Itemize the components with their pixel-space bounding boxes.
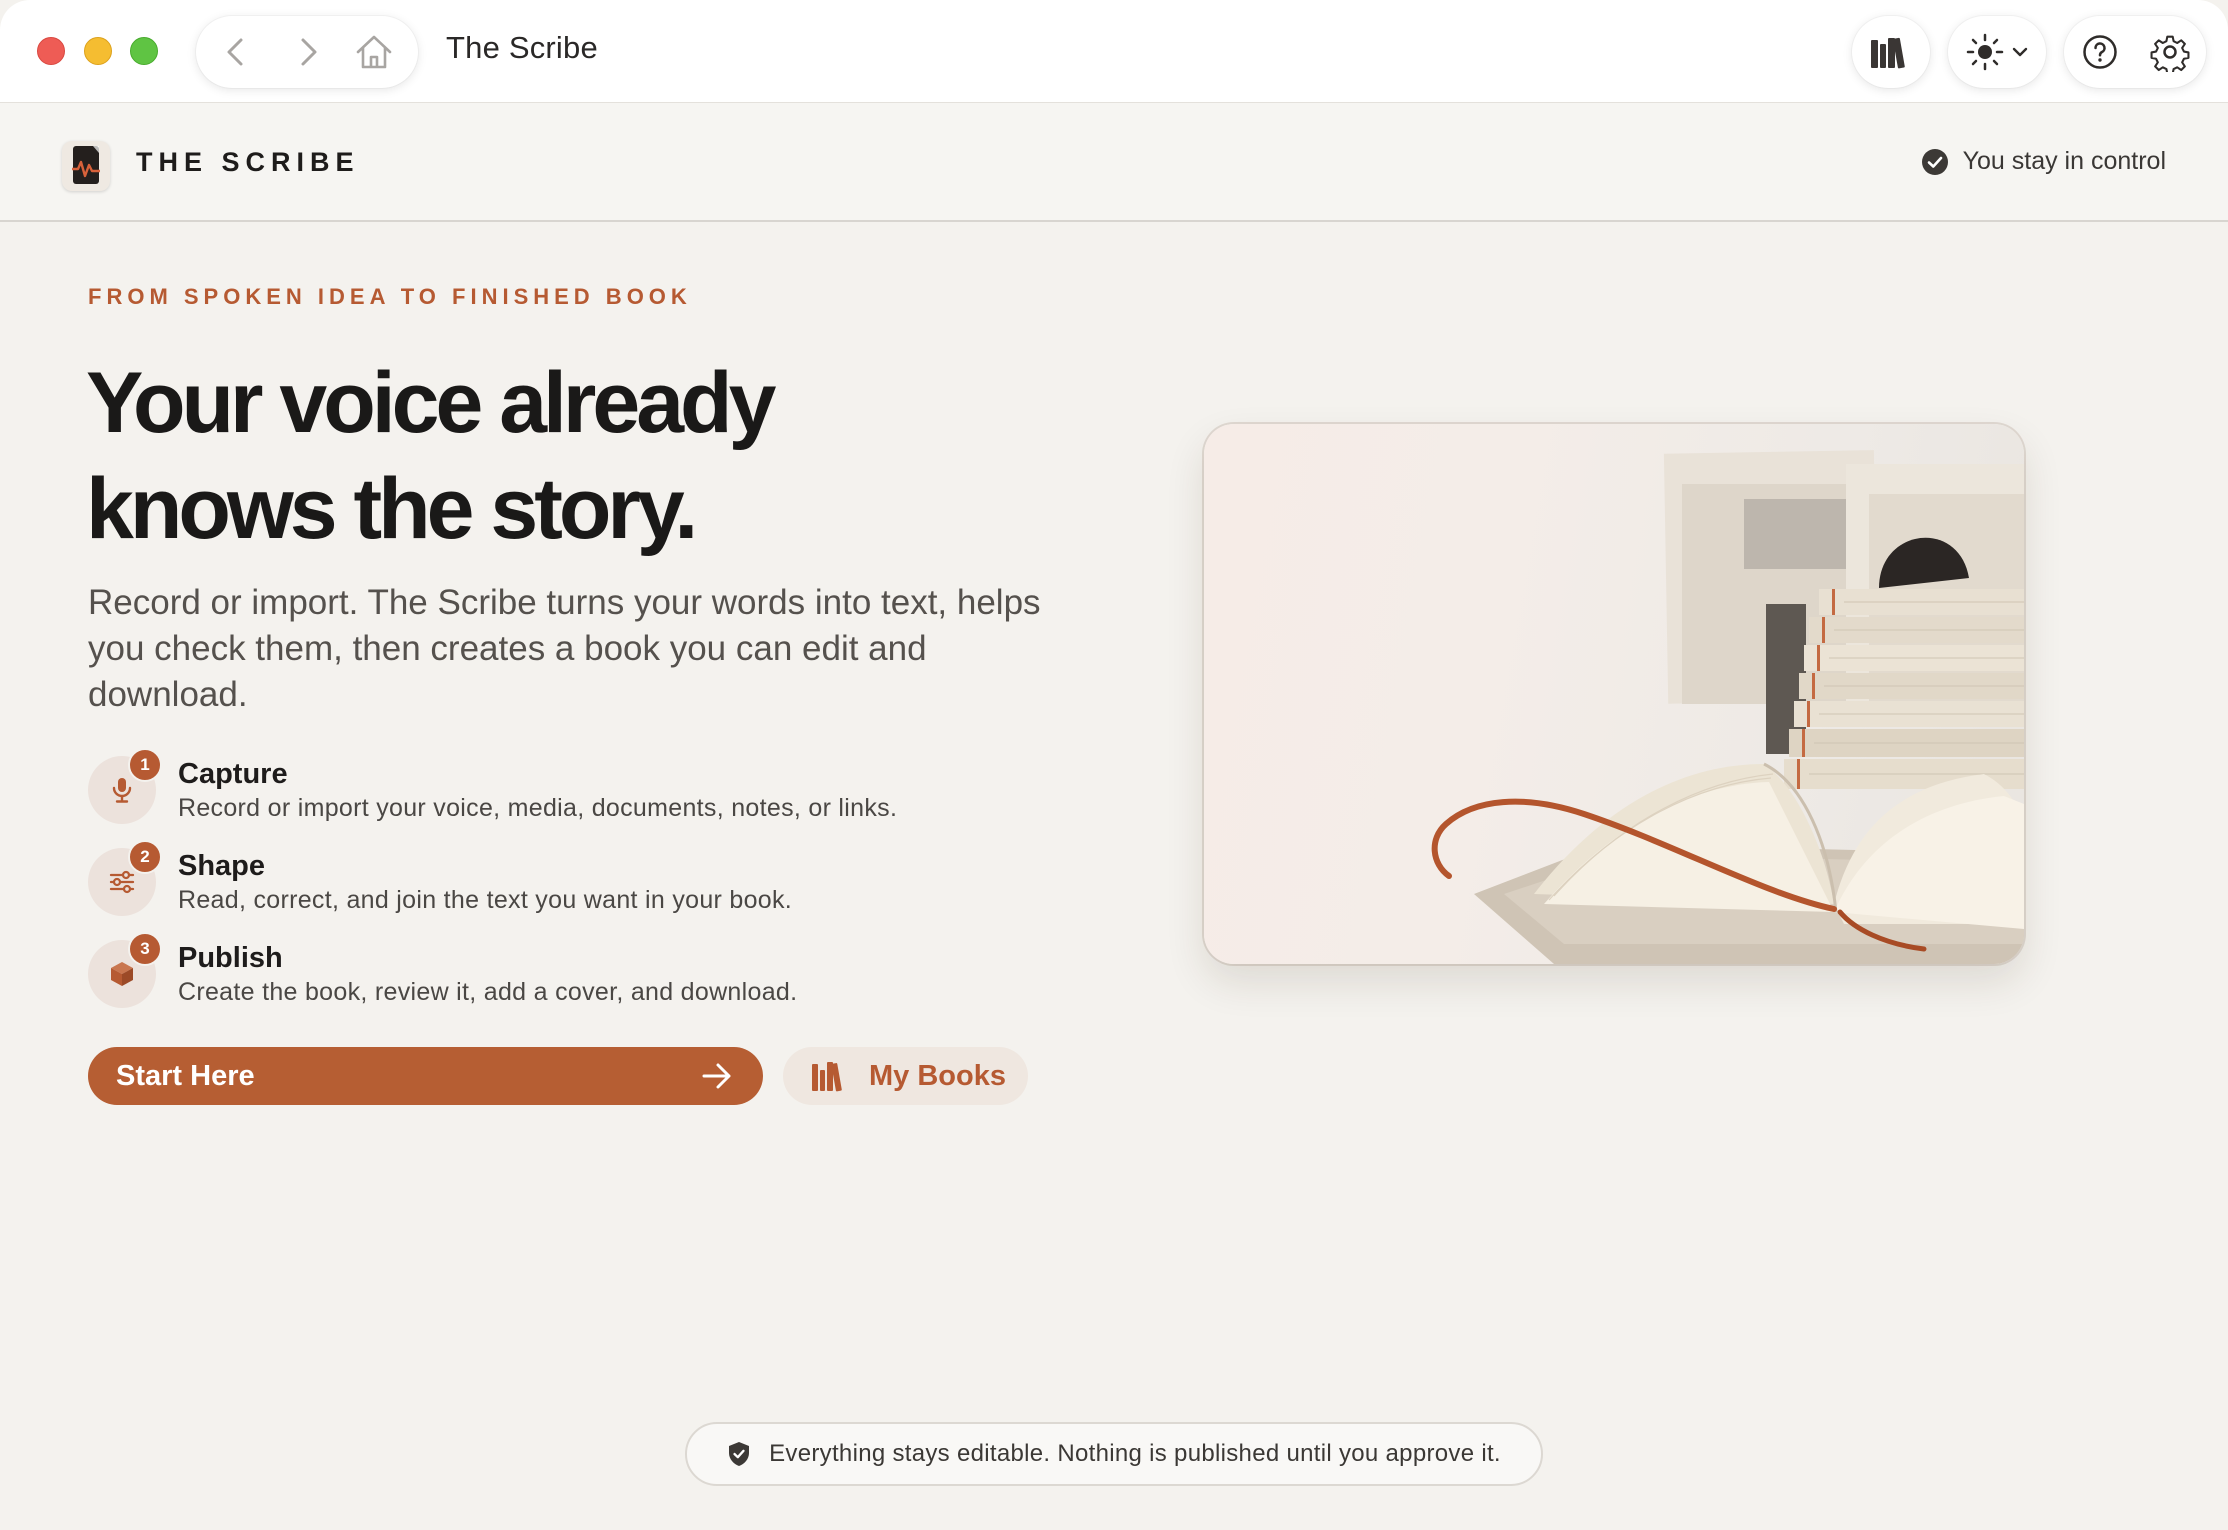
- sliders-icon: [109, 870, 135, 894]
- forward-button[interactable]: [288, 32, 328, 72]
- step-publish: 3 Publish Create the book, review it, ad…: [88, 932, 1088, 1028]
- microphone-icon: [112, 778, 132, 803]
- app-name: THE SCRIBE: [136, 147, 360, 177]
- open-book-illustration: [1431, 450, 2024, 964]
- footer-notice: Everything stays editable. Nothing is pu…: [685, 1422, 1543, 1486]
- eyebrow-text: FROM SPOKEN IDEA TO FINISHED BOOK: [88, 284, 692, 309]
- step-number-badge: 3: [128, 932, 162, 966]
- scribe-logo-icon: [72, 146, 100, 184]
- my-books-button[interactable]: My Books: [783, 1047, 1028, 1105]
- help-button[interactable]: [2082, 34, 2118, 70]
- books-icon: [1871, 37, 1905, 69]
- step-description: Read, correct, and join the text you wan…: [178, 886, 793, 914]
- window-title: The Scribe: [446, 30, 598, 65]
- question-circle-icon: [2083, 35, 2117, 69]
- hero-image-card: [1204, 424, 2024, 964]
- sun-icon: [1966, 33, 2004, 71]
- app-window: The Scribe THE SCRIBE You stay in contro…: [0, 0, 2228, 1530]
- step-title: Shape: [178, 850, 266, 882]
- close-window-button[interactable]: [37, 37, 65, 65]
- headline: Your voice already knows the story.: [86, 350, 1086, 562]
- shield-check-icon: [729, 1442, 750, 1466]
- step-description: Create the book, review it, add a cover,…: [178, 978, 798, 1006]
- title-bar: The Scribe: [0, 0, 2228, 103]
- app-header: THE SCRIBE You stay in control: [0, 103, 2228, 222]
- control-text: You stay in control: [1962, 147, 2166, 175]
- chevron-right-icon: [301, 38, 317, 66]
- navigation-controls: [196, 16, 418, 88]
- app-logo: [62, 141, 110, 191]
- settings-button[interactable]: [2150, 32, 2190, 75]
- box-icon: [111, 962, 133, 986]
- library-button[interactable]: [1852, 16, 1930, 88]
- home-button[interactable]: [354, 32, 394, 72]
- my-books-label: My Books: [869, 1060, 1006, 1092]
- step-number-badge: 2: [128, 840, 162, 874]
- headline-line-2: knows the story.: [86, 461, 698, 557]
- footer-notice-text: Everything stays editable. Nothing is pu…: [769, 1440, 1501, 1467]
- step-title: Capture: [178, 758, 288, 790]
- start-here-button[interactable]: Start Here: [88, 1047, 763, 1105]
- chevron-left-icon: [227, 38, 243, 66]
- step-capture: 1 Capture Record or import your voice, m…: [88, 748, 1088, 844]
- maximize-window-button[interactable]: [130, 37, 158, 65]
- step-description: Record or import your voice, media, docu…: [178, 794, 898, 822]
- control-status: You stay in control: [1921, 147, 2166, 176]
- step-number-badge: 1: [128, 748, 162, 782]
- checkmark-circle-icon: [1921, 148, 1948, 175]
- lead-paragraph: Record or import. The Scribe turns your …: [88, 583, 1041, 714]
- books-icon: [812, 1062, 842, 1092]
- theme-menu-button[interactable]: [1948, 16, 2046, 88]
- step-title: Publish: [178, 942, 283, 974]
- gear-icon: [2150, 35, 2190, 75]
- minimize-window-button[interactable]: [84, 37, 112, 65]
- back-button[interactable]: [216, 32, 256, 72]
- step-shape: 2 Shape Read, correct, and join the text…: [88, 840, 1088, 936]
- chevron-down-icon: [2012, 47, 2028, 57]
- steps-list: 1 Capture Record or import your voice, m…: [88, 748, 1088, 1028]
- headline-line-1: Your voice already: [86, 355, 776, 451]
- home-icon: [356, 35, 392, 69]
- help-settings-group: [2064, 16, 2206, 88]
- arrow-right-icon: [702, 1063, 731, 1089]
- start-here-label: Start Here: [116, 1060, 255, 1092]
